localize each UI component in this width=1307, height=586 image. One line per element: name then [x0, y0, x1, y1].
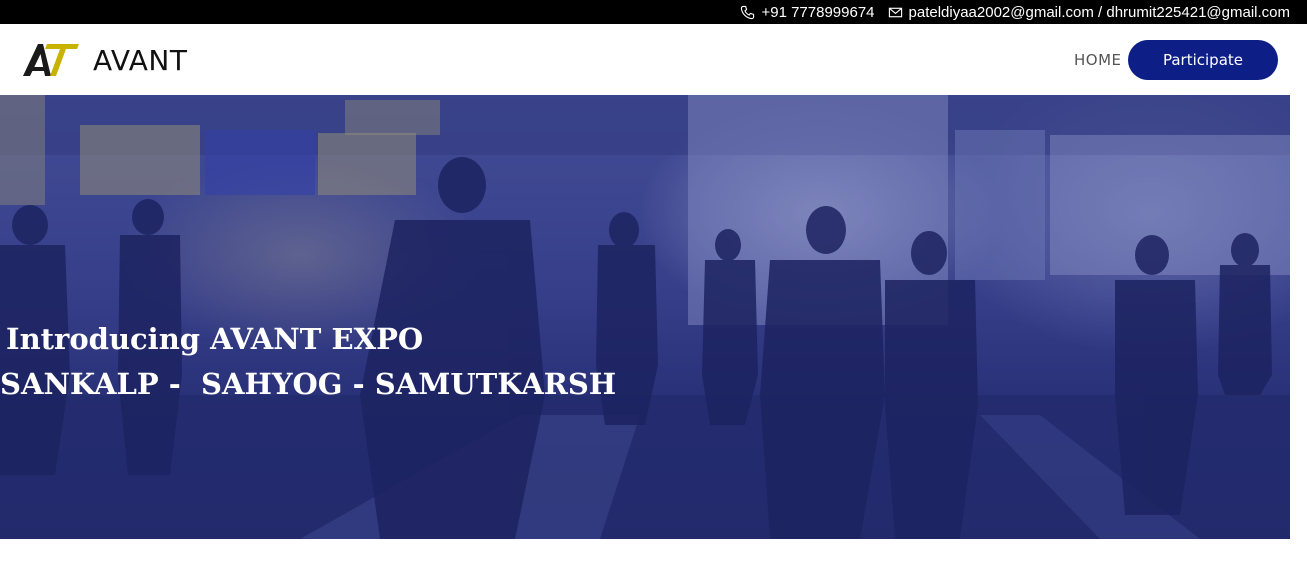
participate-button[interactable]: Participate — [1128, 40, 1278, 80]
brand-name[interactable]: AVANT — [93, 44, 187, 77]
site-header: AVANT HOME Participate — [0, 24, 1307, 95]
hero-title: Introducing AVANT EXPO — [6, 322, 424, 356]
contact-bar: +91 7778999674 pateldiyaa2002@gmail.com … — [0, 0, 1307, 24]
expo-crowd-background — [0, 95, 1290, 539]
hero-tagline: SANKALP - SAHYOG - SAMUTKARSH — [0, 367, 617, 401]
phone-contact[interactable]: +91 7778999674 — [740, 3, 875, 21]
email-addresses: pateldiyaa2002@gmail.com / dhrumit225421… — [908, 3, 1290, 21]
avant-logo[interactable] — [21, 40, 81, 78]
hero-banner: Introducing AVANT EXPO SANKALP - SAHYOG … — [0, 95, 1290, 539]
envelope-icon — [888, 7, 902, 17]
email-contact[interactable]: pateldiyaa2002@gmail.com / dhrumit225421… — [888, 4, 1290, 21]
nav-home-link[interactable]: HOME — [1074, 51, 1122, 69]
phone-icon — [741, 5, 755, 19]
phone-number: +91 7778999674 — [761, 3, 875, 21]
